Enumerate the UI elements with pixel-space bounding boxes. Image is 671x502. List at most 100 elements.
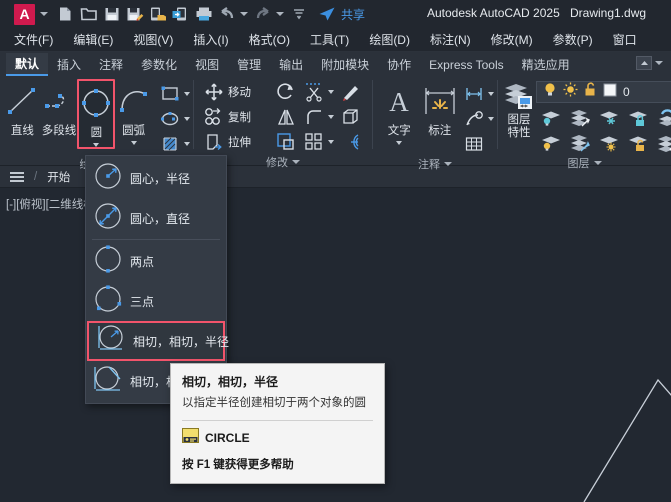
circle-option-center-diameter[interactable]: 圆心，直径 bbox=[86, 198, 226, 238]
ribbon-minimize-caret-icon[interactable] bbox=[655, 61, 663, 65]
modify-copy-row[interactable]: 复制 bbox=[200, 104, 272, 129]
save-icon[interactable] bbox=[100, 3, 123, 25]
draw-line-button[interactable]: 直线 bbox=[4, 79, 41, 138]
panel-annotation-expand-icon[interactable] bbox=[444, 161, 452, 166]
circle-option-center-radius[interactable]: 圆心，半径 bbox=[86, 158, 226, 198]
share-label[interactable]: 共享 bbox=[341, 6, 365, 23]
array-dropdown-caret-icon[interactable] bbox=[328, 139, 334, 144]
menu-draw[interactable]: 绘图(D) bbox=[369, 31, 410, 48]
layer-unisolate-icon[interactable] bbox=[565, 130, 594, 155]
plot-icon[interactable] bbox=[192, 3, 215, 25]
menu-format[interactable]: 格式(O) bbox=[249, 31, 290, 48]
lightbulb-icon[interactable] bbox=[543, 82, 557, 102]
tab-manage[interactable]: 管理 bbox=[228, 53, 270, 76]
menu-tools[interactable]: 工具(T) bbox=[310, 31, 349, 48]
save-to-web-icon[interactable] bbox=[146, 3, 169, 25]
open-from-web-icon[interactable] bbox=[169, 3, 192, 25]
rectangle-dropdown-caret-icon[interactable] bbox=[184, 91, 191, 96]
logo-dropdown-caret-icon[interactable] bbox=[40, 12, 48, 16]
layer-unlock-icon[interactable] bbox=[623, 130, 652, 155]
annotation-text-dropdown-caret-icon[interactable] bbox=[396, 141, 403, 145]
tab-express-tools[interactable]: Express Tools bbox=[420, 53, 512, 76]
draw-hatch-row[interactable] bbox=[156, 131, 193, 156]
hatch-dropdown-caret-icon[interactable] bbox=[184, 141, 191, 146]
layer-off-icon[interactable] bbox=[536, 105, 565, 130]
layer-on-icon[interactable] bbox=[536, 130, 565, 155]
annotation-leader-row[interactable] bbox=[460, 106, 497, 131]
menu-insert[interactable]: 插入(I) bbox=[193, 31, 228, 48]
tab-home[interactable]: 默认 bbox=[6, 53, 49, 76]
current-layer-control[interactable]: 0 bbox=[536, 81, 671, 103]
redo-dropdown-caret-icon[interactable] bbox=[276, 12, 284, 16]
modify-explode-row[interactable] bbox=[337, 104, 365, 129]
tab-annotate[interactable]: 注释 bbox=[90, 53, 132, 76]
redo-icon[interactable] bbox=[251, 3, 274, 25]
modify-offset-row[interactable] bbox=[337, 129, 365, 154]
draw-circle-button[interactable]: 圆 bbox=[77, 79, 116, 149]
autocad-logo-icon[interactable]: A bbox=[14, 3, 35, 25]
ellipse-dropdown-caret-icon[interactable] bbox=[184, 116, 191, 121]
annotation-table-row[interactable] bbox=[460, 131, 497, 156]
panel-modify-expand-icon[interactable] bbox=[292, 159, 300, 164]
tab-output[interactable]: 输出 bbox=[270, 53, 312, 76]
ribbon-minimize-icon[interactable] bbox=[636, 56, 652, 70]
menu-parametric[interactable]: 参数(P) bbox=[553, 31, 593, 48]
layer-properties-button[interactable]: 图层 特性 bbox=[502, 79, 536, 140]
draw-arc-dropdown-caret-icon[interactable] bbox=[130, 141, 137, 145]
modify-erase-row[interactable] bbox=[337, 79, 365, 104]
sun-icon[interactable] bbox=[563, 82, 578, 102]
panel-layer-expand-icon[interactable] bbox=[593, 160, 602, 165]
modify-move-row[interactable]: 移动 bbox=[200, 79, 272, 104]
ribbon-minimize-control[interactable] bbox=[636, 56, 663, 70]
circle-option-two-point[interactable]: 两点 bbox=[86, 241, 226, 281]
hamburger-icon[interactable] bbox=[10, 171, 24, 182]
menu-file[interactable]: 文件(F) bbox=[14, 31, 53, 48]
save-as-icon[interactable] bbox=[123, 3, 146, 25]
trim-dropdown-caret-icon[interactable] bbox=[328, 89, 334, 94]
unlock-icon[interactable] bbox=[584, 82, 597, 102]
layer-merge-icon[interactable] bbox=[652, 130, 671, 155]
menu-view[interactable]: 视图(V) bbox=[133, 31, 173, 48]
qat-customize-icon[interactable] bbox=[287, 3, 310, 25]
modify-mirror-row[interactable] bbox=[272, 104, 300, 129]
menu-dimension[interactable]: 标注(N) bbox=[430, 31, 471, 48]
annotation-linear-row[interactable] bbox=[460, 81, 497, 106]
draw-ellipse-row[interactable] bbox=[156, 106, 193, 131]
draw-arc-button[interactable]: 圆弧 bbox=[115, 79, 152, 145]
draw-rectangle-row[interactable] bbox=[156, 81, 193, 106]
tab-parametric[interactable]: 参数化 bbox=[132, 53, 186, 76]
undo-icon[interactable] bbox=[215, 3, 238, 25]
modify-scale-row[interactable] bbox=[272, 129, 300, 154]
new-file-icon[interactable] bbox=[54, 3, 77, 25]
share-icon[interactable] bbox=[315, 3, 338, 25]
tab-insert[interactable]: 插入 bbox=[48, 53, 90, 76]
color-swatch-icon[interactable] bbox=[603, 83, 617, 102]
annotation-dimension-button[interactable]: 标注 bbox=[420, 79, 461, 138]
tab-featured-apps[interactable]: 精选应用 bbox=[513, 53, 579, 76]
modify-array-row[interactable] bbox=[300, 129, 337, 154]
undo-dropdown-caret-icon[interactable] bbox=[240, 12, 248, 16]
annotation-text-button[interactable]: A 文字 bbox=[379, 79, 420, 145]
circle-option-tan-tan-radius[interactable]: 相切，相切，半径 bbox=[87, 321, 229, 361]
modify-fillet-row[interactable] bbox=[300, 104, 337, 129]
fillet-dropdown-caret-icon[interactable] bbox=[328, 114, 334, 119]
leader-dropdown-caret-icon[interactable] bbox=[488, 116, 494, 121]
circle-option-three-point[interactable]: 三点 bbox=[86, 281, 226, 321]
layer-freeze-icon[interactable] bbox=[594, 105, 623, 130]
modify-trim-row[interactable] bbox=[300, 79, 337, 104]
layer-make-current-icon[interactable] bbox=[652, 105, 671, 130]
draw-polyline-button[interactable]: 多段线 bbox=[41, 79, 78, 138]
modify-stretch-row[interactable]: 拉伸 bbox=[200, 129, 272, 154]
layer-isolate-icon[interactable] bbox=[565, 105, 594, 130]
menu-window[interactable]: 窗口 bbox=[613, 31, 637, 48]
layer-thaw-icon[interactable] bbox=[594, 130, 623, 155]
menu-edit[interactable]: 编辑(E) bbox=[73, 31, 113, 48]
tab-addins[interactable]: 附加模块 bbox=[312, 53, 378, 76]
modify-rotate-row[interactable] bbox=[272, 79, 300, 104]
layer-lock-icon[interactable] bbox=[623, 105, 652, 130]
draw-circle-dropdown-caret-icon[interactable] bbox=[93, 143, 100, 147]
menu-modify[interactable]: 修改(M) bbox=[491, 31, 533, 48]
tab-collaborate[interactable]: 协作 bbox=[378, 53, 420, 76]
tab-view[interactable]: 视图 bbox=[186, 53, 228, 76]
linear-dimension-dropdown-caret-icon[interactable] bbox=[488, 91, 494, 96]
